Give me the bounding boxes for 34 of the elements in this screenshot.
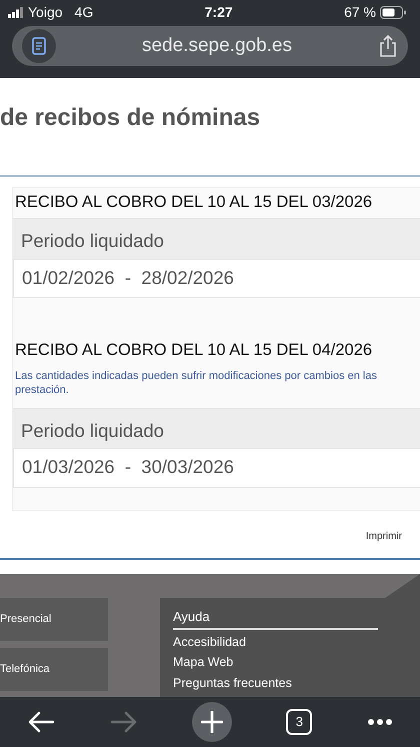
notice-text: Las cantidades indicadas pueden sufrir modificaciones por cambios en las prestación. — [14, 369, 378, 398]
receipt-title: RECIBO AL COBRO DEL 10 AL 15 DEL 03/2026 — [14, 192, 374, 213]
address-bar[interactable]: sede.sepe.gob.es — [12, 26, 408, 66]
back-arrow-icon — [27, 711, 56, 733]
url-text: sede.sepe.gob.es — [142, 34, 292, 58]
page-title: de recibos de nóminas — [0, 103, 262, 133]
signal-icon — [8, 6, 24, 18]
receipt-title: RECIBO AL COBRO DEL 10 AL 15 DEL 04/2026 — [14, 340, 374, 362]
footer-link[interactable]: Accesibilidad — [173, 634, 420, 650]
back-button[interactable] — [27, 711, 56, 733]
footer-link[interactable]: Preguntas frecuentes — [173, 675, 420, 692]
more-icon — [366, 718, 393, 726]
document-icon — [32, 37, 46, 55]
carrier-name: Yoigo — [28, 2, 63, 22]
channel-link[interactable]: Presencial — [0, 598, 108, 641]
share-icon[interactable] — [378, 34, 398, 58]
clock-time: 7:27 — [204, 2, 233, 22]
channel-link[interactable]: Telefónica — [0, 648, 108, 691]
battery-percent: 67 % — [344, 2, 376, 22]
reader-button[interactable] — [22, 29, 56, 63]
new-tab-button[interactable] — [192, 702, 232, 742]
print-link[interactable]: Imprimir — [366, 529, 402, 544]
footer-link[interactable]: Mapa Web — [173, 654, 420, 672]
forward-arrow-icon — [110, 711, 138, 733]
period-label: Periodo liquidado — [13, 408, 420, 448]
plus-icon — [200, 711, 223, 733]
period-dates: 01/02/2026 - 28/02/2026 — [13, 258, 420, 298]
tab-count-button[interactable]: 3 — [286, 709, 312, 735]
battery-icon — [380, 6, 406, 18]
help-heading: Ayuda — [173, 607, 378, 630]
period-label: Periodo liquidado — [13, 218, 420, 258]
period-dates: 01/03/2026 - 30/03/2026 — [13, 448, 420, 488]
network-type: 4G — [74, 2, 94, 22]
more-button[interactable] — [366, 718, 393, 726]
